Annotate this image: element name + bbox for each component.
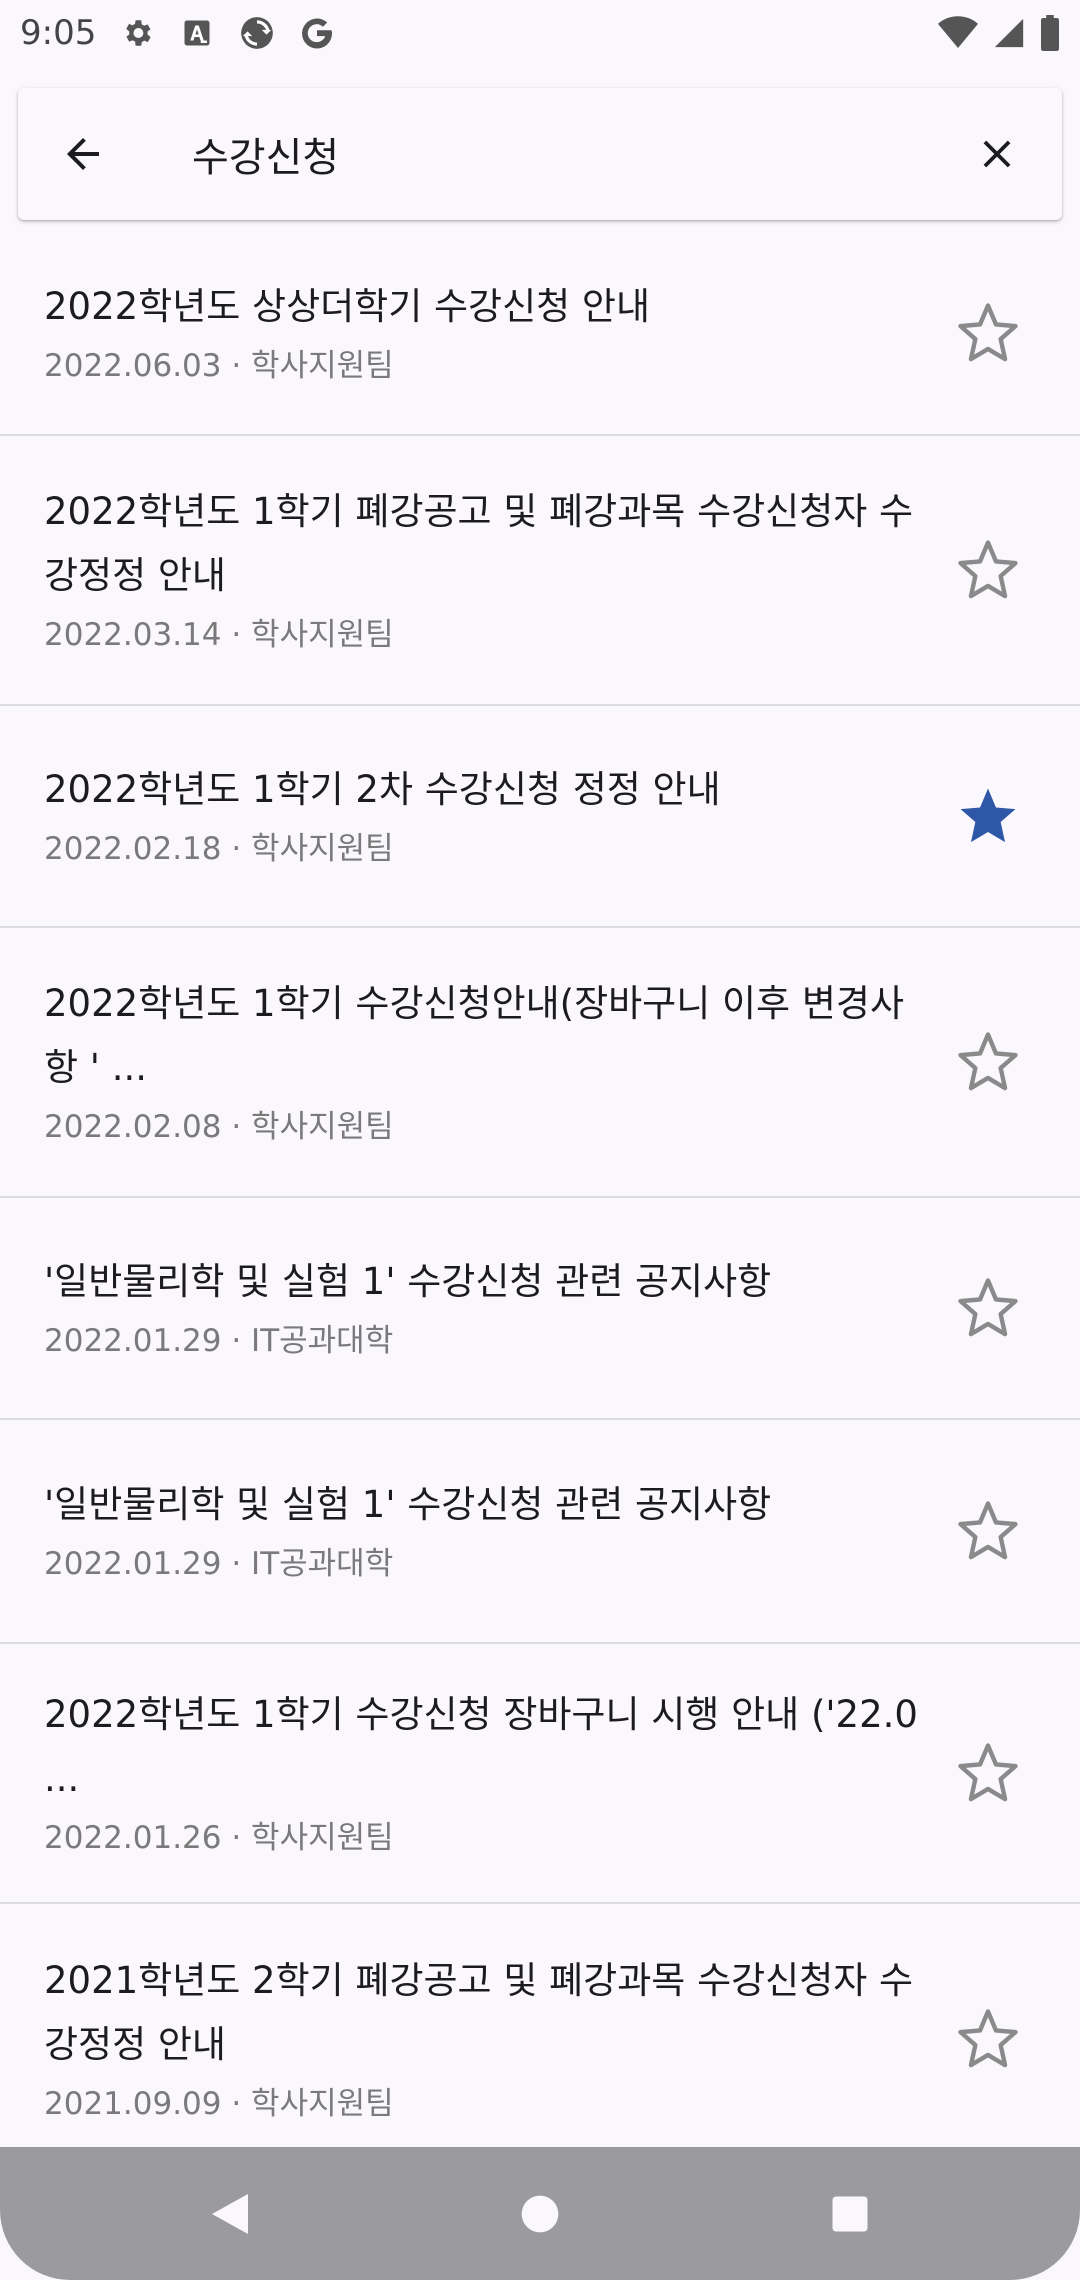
status-bar: 9:05 [0, 0, 1080, 66]
close-icon [983, 140, 1011, 168]
item-meta: 2022.01.26 · 학사지원팀 [44, 1820, 394, 1856]
item-title: 2021학년도 2학기 폐강공고 및 폐강과목 수강신청자 수강정정 안내 [44, 1959, 914, 2066]
list-item[interactable]: '일반물리학 및 실험 1' 수강신청 관련 공지사항 2022.01.29 ·… [0, 1420, 1080, 1644]
text-a-icon [178, 14, 216, 52]
status-left: 9:05 [20, 13, 336, 53]
item-meta: 2022.02.08 · 학사지원팀 [44, 1109, 394, 1145]
item-meta: 2022.03.14 · 학사지원팀 [44, 617, 394, 653]
list-item[interactable]: 2022학년도 1학기 폐강공고 및 폐강과목 수강신청자 수강정정 안내 20… [0, 436, 1080, 706]
results-list: 2022학년도 상상더학기 수강신청 안내 2022.06.03 · 학사지원팀… [0, 232, 1080, 2174]
star-outline-icon [958, 303, 1018, 362]
star-button[interactable] [948, 1022, 1028, 1102]
star-outline-icon [958, 1501, 1018, 1560]
google-g-icon [298, 14, 336, 52]
star-filled-icon [960, 788, 1016, 843]
star-outline-icon [958, 1743, 1018, 1802]
nav-back-button[interactable] [75, 2147, 385, 2280]
list-item[interactable]: '일반물리학 및 실험 1' 수강신청 관련 공지사항 2022.01.29 ·… [0, 1198, 1080, 1420]
list-item[interactable]: 2022학년도 1학기 수강신청 장바구니 시행 안내 ('22.0 ... 2… [0, 1644, 1080, 1904]
item-meta: 2022.01.29 · IT공과대학 [44, 1323, 394, 1359]
item-title: 2022학년도 1학기 폐강공고 및 폐강과목 수강신청자 수강정정 안내 [44, 490, 914, 597]
star-button[interactable] [948, 293, 1028, 373]
star-button[interactable] [948, 776, 1028, 856]
star-button[interactable] [948, 1491, 1028, 1571]
sync-icon [238, 14, 276, 52]
gear-icon [118, 14, 156, 52]
star-button[interactable] [948, 1733, 1028, 1813]
search-bar [18, 88, 1062, 220]
list-item[interactable]: 2021학년도 2학기 폐강공고 및 폐강과목 수강신청자 수강정정 안내 20… [0, 1904, 1080, 2174]
item-title: '일반물리학 및 실험 1' 수강신청 관련 공지사항 [44, 1260, 772, 1303]
status-time: 9:05 [20, 13, 97, 53]
nav-recents-button[interactable] [695, 2147, 1005, 2280]
search-input[interactable] [148, 88, 932, 220]
recents-square-icon [832, 2196, 868, 2231]
star-button[interactable] [948, 1268, 1028, 1348]
star-outline-icon [958, 1278, 1018, 1337]
item-title: 2022학년도 1학기 수강신청안내(장바구니 이후 변경사항 ' ... [44, 982, 904, 1089]
nav-home-button[interactable] [385, 2147, 695, 2280]
item-meta: 2021.09.09 · 학사지원팀 [44, 2086, 394, 2122]
star-button[interactable] [948, 530, 1028, 610]
battery-icon [1040, 14, 1060, 52]
item-meta: 2022.02.18 · 학사지원팀 [44, 831, 394, 867]
list-item[interactable]: 2022학년도 상상더학기 수강신청 안내 2022.06.03 · 학사지원팀 [0, 232, 1080, 436]
item-title: '일반물리학 및 실험 1' 수강신청 관련 공지사항 [44, 1483, 772, 1526]
arrow-back-icon [67, 138, 99, 170]
item-title: 2022학년도 1학기 수강신청 장바구니 시행 안내 ('22.0 ... [44, 1693, 918, 1800]
navigation-bar [0, 2147, 1080, 2280]
item-title: 2022학년도 1학기 2차 수강신청 정정 안내 [44, 768, 721, 811]
back-triangle-icon [212, 2193, 248, 2234]
star-outline-icon [958, 2009, 1018, 2068]
star-outline-icon [958, 540, 1018, 599]
home-circle-icon [521, 2195, 559, 2232]
wifi-icon [938, 14, 978, 52]
signal-icon [992, 14, 1026, 52]
list-item[interactable]: 2022학년도 1학기 2차 수강신청 정정 안내 2022.02.18 · 학… [0, 706, 1080, 928]
list-item[interactable]: 2022학년도 1학기 수강신청안내(장바구니 이후 변경사항 ' ... 20… [0, 928, 1080, 1198]
item-meta: 2022.01.29 · IT공과대학 [44, 1546, 394, 1582]
clear-button[interactable] [932, 88, 1062, 220]
status-right [938, 14, 1060, 52]
star-button[interactable] [948, 1999, 1028, 2079]
item-title: 2022학년도 상상더학기 수강신청 안내 [44, 285, 651, 328]
star-outline-icon [958, 1032, 1018, 1091]
back-button[interactable] [18, 88, 148, 220]
item-meta: 2022.06.03 · 학사지원팀 [44, 348, 394, 384]
